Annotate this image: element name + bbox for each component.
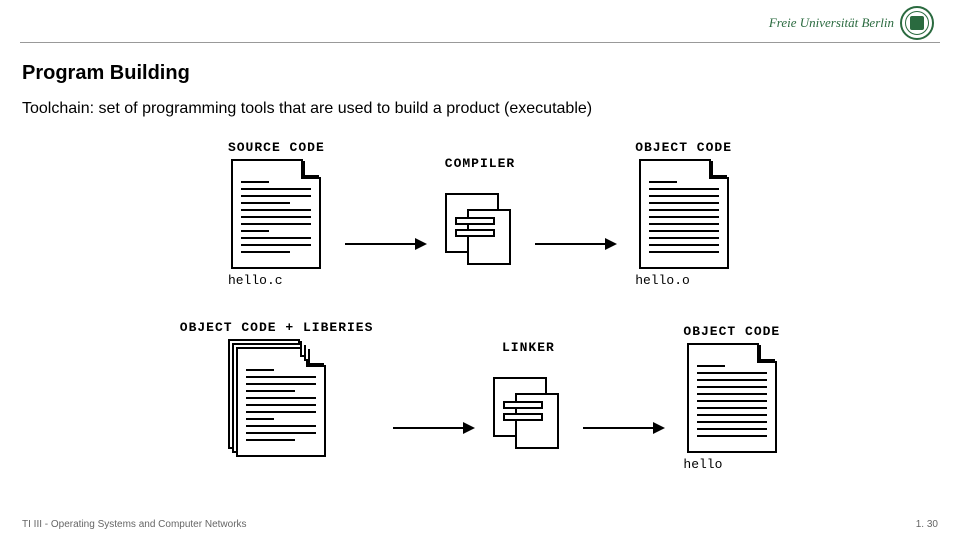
- arrow-icon: [345, 243, 425, 245]
- arrow-icon: [535, 243, 615, 245]
- footer-right: 1. 30: [916, 519, 938, 530]
- arrow-icon: [583, 427, 663, 429]
- compiler-block: COMPILER: [445, 156, 515, 273]
- executable-block: OBJECT CODE hello: [683, 324, 780, 472]
- label-object-code-libs: OBJECT CODE + LIBERIES: [180, 320, 374, 335]
- label-linker: LINKER: [502, 340, 555, 355]
- source-code-block: SOURCE CODE hello.c: [228, 140, 325, 288]
- document-icon: [687, 343, 777, 453]
- page-title: Program Building: [22, 62, 190, 85]
- document-stack-icon: [228, 339, 326, 457]
- filename-hello-o: hello.o: [635, 273, 690, 288]
- slide: Freie Universität Berlin Program Buildin…: [0, 0, 960, 540]
- label-source-code: SOURCE CODE: [228, 140, 325, 155]
- label-object-code: OBJECT CODE: [635, 140, 732, 155]
- diagram-row-compile: SOURCE CODE hello.c COMPILER OBJECT CODE: [0, 140, 960, 288]
- diagram-row-link: OBJECT CODE + LIBERIES LINKER: [0, 320, 960, 476]
- header-divider: [20, 42, 940, 43]
- arrow-icon: [393, 427, 473, 429]
- object-code-libs-block: OBJECT CODE + LIBERIES: [180, 320, 374, 476]
- filename-hello-c: hello.c: [228, 273, 283, 288]
- filename-hello: hello: [683, 457, 722, 472]
- document-icon: [639, 159, 729, 269]
- linker-icon: [493, 377, 563, 457]
- label-compiler: COMPILER: [445, 156, 515, 171]
- label-object-code-out: OBJECT CODE: [683, 324, 780, 339]
- object-code-block: OBJECT CODE hello.o: [635, 140, 732, 288]
- filename-empty: [180, 461, 188, 476]
- seal-icon: [900, 6, 934, 40]
- logo-text: Freie Universität Berlin: [769, 15, 894, 31]
- footer: TI III - Operating Systems and Computer …: [22, 519, 938, 530]
- compiler-icon: [445, 193, 515, 273]
- footer-left: TI III - Operating Systems and Computer …: [22, 519, 247, 530]
- page-subtitle: Toolchain: set of programming tools that…: [22, 100, 592, 118]
- diagram: SOURCE CODE hello.c COMPILER OBJECT CODE: [0, 130, 960, 500]
- university-logo: Freie Universität Berlin: [765, 6, 938, 40]
- linker-block: LINKER: [493, 340, 563, 457]
- document-icon: [231, 159, 321, 269]
